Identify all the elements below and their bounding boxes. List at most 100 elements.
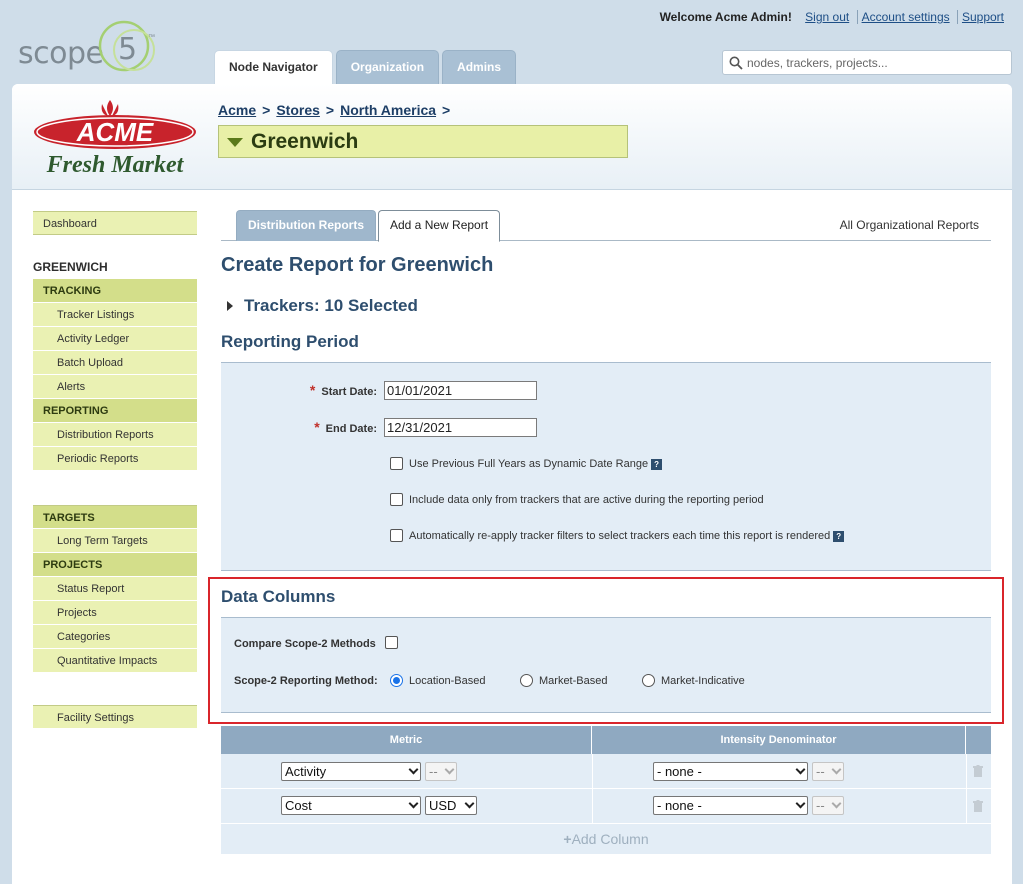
sidebar-head-tracking: TRACKING <box>33 279 197 303</box>
tab-node-navigator[interactable]: Node Navigator <box>214 50 333 84</box>
sidebar-targets-menu: TARGETS Long Term Targets PROJECTS Statu… <box>33 505 197 673</box>
reporting-period-heading: Reporting Period <box>221 332 359 351</box>
sidebar-node-name: GREENWICH <box>33 260 108 274</box>
sidebar-item-activity-ledger[interactable]: Activity Ledger <box>33 327 197 351</box>
account-settings-link[interactable]: Account settings <box>856 10 954 24</box>
help-icon[interactable]: ? <box>651 458 663 470</box>
sidebar-item-alerts[interactable]: Alerts <box>33 375 197 399</box>
column-header-intensity-denominator: Intensity Denominator <box>592 726 966 754</box>
add-column-button[interactable]: +Add Column <box>221 824 991 854</box>
all-organizational-reports-link[interactable]: All Organizational Reports <box>840 218 979 232</box>
sidebar-head-projects: PROJECTS <box>33 553 197 577</box>
dynamic-date-range-label: Use Previous Full Years as Dynamic Date … <box>409 458 663 470</box>
trash-icon[interactable] <box>973 800 983 812</box>
search-icon <box>729 56 743 70</box>
triangle-down-icon <box>227 138 243 147</box>
reapply-filters-label: Automatically re-apply tracker filters t… <box>409 530 845 542</box>
sidebar-bottom: Facility Settings <box>33 705 197 729</box>
metric-select[interactable]: Cost <box>281 796 421 815</box>
breadcrumb-separator: > <box>325 102 335 118</box>
logo-trademark: ™ <box>148 34 155 41</box>
sidebar-top: Dashboard <box>33 211 197 235</box>
end-date-label: * End Date: <box>314 419 377 435</box>
breadcrumb-separator: > <box>262 102 271 118</box>
chevron-down-icon <box>464 798 475 809</box>
help-icon[interactable]: ? <box>833 530 845 542</box>
support-link[interactable]: Support <box>956 10 1008 24</box>
global-search <box>722 50 1012 75</box>
tab-add-new-report[interactable]: Add a New Report <box>378 210 501 242</box>
reporting-period-box: * Start Date: 01/01/2021 * End Date: 12/31… <box>221 362 991 571</box>
plus-icon: + <box>563 831 572 847</box>
breadcrumb-acme[interactable]: Acme <box>218 102 256 118</box>
tab-admins[interactable]: Admins <box>442 50 517 84</box>
denominator-select[interactable]: - none - <box>653 796 808 815</box>
sidebar-item-facility-settings[interactable]: Facility Settings <box>33 705 197 729</box>
chevron-down-icon <box>831 798 842 809</box>
sign-out-link[interactable]: Sign out <box>801 10 853 24</box>
breadcrumb-north-america[interactable]: North America <box>340 102 436 118</box>
column-header-actions <box>966 726 991 754</box>
sidebar-item-periodic-reports[interactable]: Periodic Reports <box>33 447 197 471</box>
dynamic-date-range-checkbox[interactable] <box>390 457 403 470</box>
denominator-unit-select: -- <box>812 796 844 815</box>
chevron-down-icon <box>408 798 419 809</box>
page-title: Create Report for Greenwich <box>221 254 494 276</box>
active-trackers-only-label: Include data only from trackers that are… <box>409 494 764 506</box>
chevron-down-icon <box>831 764 842 775</box>
add-column-label: Add Column <box>571 831 649 847</box>
metric-unit-select[interactable]: USD <box>425 796 477 815</box>
chevron-down-icon <box>795 798 806 809</box>
metric-select[interactable]: Activity <box>281 762 421 781</box>
sidebar-node-menu: GREENWICH TRACKING Tracker Listings Acti… <box>33 255 197 471</box>
sidebar-item-projects[interactable]: Projects <box>33 601 197 625</box>
welcome-text: Welcome Acme Admin! <box>659 10 792 24</box>
end-date-input[interactable]: 12/31/2021 <box>384 418 537 437</box>
sidebar-item-long-term-targets[interactable]: Long Term Targets <box>33 529 197 553</box>
sidebar-item-status-report[interactable]: Status Report <box>33 577 197 601</box>
start-date-label: * Start Date: <box>309 382 377 398</box>
trackers-summary: Trackers: 10 Selected <box>244 296 418 315</box>
metric-unit-select: -- <box>425 762 457 781</box>
logo-number: 5 <box>118 32 138 67</box>
sidebar-item-distribution-reports[interactable]: Distribution Reports <box>33 423 197 447</box>
required-marker: * <box>309 382 316 398</box>
acme-logo-bottom-text: Fresh Market <box>46 152 185 178</box>
node-title: Greenwich <box>251 129 359 153</box>
highlight-frame <box>208 577 1004 724</box>
main-nav-tabs: Node Navigator Organization Admins <box>214 50 517 84</box>
breadcrumb-separator: > <box>442 102 451 118</box>
tab-organization[interactable]: Organization <box>335 50 440 84</box>
denominator-select[interactable]: - none - <box>653 762 808 781</box>
sidebar-item-tracker-listings[interactable]: Tracker Listings <box>33 303 197 327</box>
sidebar-head-targets: TARGETS <box>33 505 197 529</box>
sidebar-head-reporting: REPORTING <box>33 399 197 423</box>
chevron-down-icon <box>444 764 455 775</box>
triangle-right-icon <box>227 301 233 311</box>
search-input[interactable] <box>745 53 1005 73</box>
active-trackers-only-checkbox[interactable] <box>390 493 403 506</box>
sidebar-item-quantitative-impacts[interactable]: Quantitative Impacts <box>33 649 197 673</box>
trash-icon[interactable] <box>973 765 983 777</box>
report-tabs: Distribution Reports Add a New Report Al… <box>221 210 991 242</box>
user-bar: Welcome Acme Admin! Sign out Account set… <box>660 10 1008 24</box>
start-date-input[interactable]: 01/01/2021 <box>384 381 537 400</box>
sidebar-item-categories[interactable]: Categories <box>33 625 197 649</box>
scope5-logo[interactable]: scope 5 ™ <box>18 16 158 80</box>
acme-fresh-market-logo: ACME Fresh Market <box>32 96 198 178</box>
denominator-unit-select: -- <box>812 762 844 781</box>
trackers-toggle[interactable]: Trackers: 10 Selected <box>227 296 418 316</box>
column-header-metric: Metric <box>221 726 592 754</box>
node-title-dropdown[interactable]: Greenwich <box>218 125 628 158</box>
table-row: Cost USD - none - -- <box>221 789 991 824</box>
sidebar-item-batch-upload[interactable]: Batch Upload <box>33 351 197 375</box>
reapply-filters-checkbox[interactable] <box>390 529 403 542</box>
table-row: Activity -- - none - -- <box>221 754 991 789</box>
acme-logo-top-text: ACME <box>76 117 154 147</box>
tab-distribution-reports[interactable]: Distribution Reports <box>236 210 376 241</box>
chevron-down-icon <box>408 764 419 775</box>
sidebar-item-dashboard[interactable]: Dashboard <box>33 211 197 235</box>
chevron-down-icon <box>795 764 806 775</box>
breadcrumb-stores[interactable]: Stores <box>276 102 320 118</box>
data-columns-table: Metric Intensity Denominator Activity --… <box>221 726 991 854</box>
